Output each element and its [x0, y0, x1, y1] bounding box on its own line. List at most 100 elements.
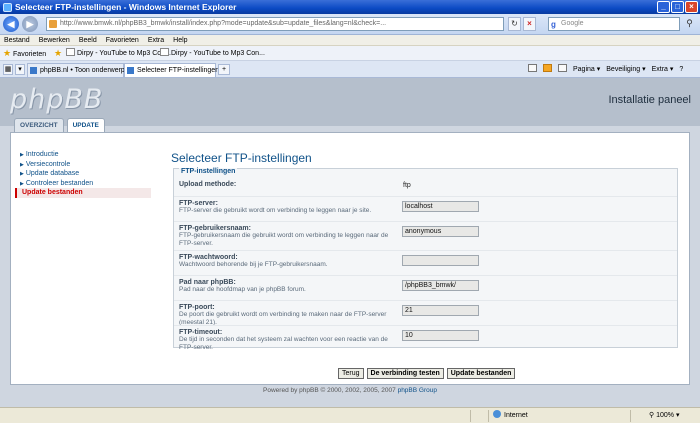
- menu-bestand[interactable]: Bestand: [4, 35, 30, 45]
- zoom-control[interactable]: ⚲ 100% ▾: [630, 410, 700, 422]
- upload-method-value: ftp: [403, 182, 411, 189]
- tab-label: Selecteer FTP-instellingen: [137, 67, 220, 74]
- panel-title: Installatie paneel: [608, 94, 691, 106]
- ftp-port-input[interactable]: 21: [402, 305, 479, 316]
- row-ftp-password: FTP-wachtwoord: Wachtwoord behorende bij …: [174, 250, 677, 275]
- sidebar-item-label: Update database: [25, 170, 80, 177]
- field-label: Pad naar phpBB:: [179, 279, 236, 286]
- address-input[interactable]: http://www.bmwk.nl/phpBB3_bmwk/install/i…: [46, 17, 504, 31]
- field-label: FTP-wachtwoord:: [179, 254, 238, 261]
- menu-help[interactable]: Help: [173, 35, 187, 45]
- phpbb-path-input[interactable]: /phpBB3_bmwk/: [402, 280, 479, 291]
- tab-list-icon[interactable]: ▾: [15, 64, 25, 75]
- menu-beveiliging[interactable]: Beveiliging ▾: [606, 63, 645, 76]
- address-url: http://www.bmwk.nl/phpBB3_bmwk/install/i…: [60, 20, 387, 27]
- add-favorite-icon[interactable]: ★: [54, 46, 62, 62]
- tab-label: phpBB.nl • Toon onderwerp - ...: [40, 67, 137, 74]
- menu-favorieten[interactable]: Favorieten: [106, 35, 139, 45]
- field-description: Pad naar de hoofdmap van je phpBB forum.: [179, 286, 306, 293]
- ftp-username-input[interactable]: anonymous: [402, 226, 479, 237]
- bullet-arrow-icon: ▶: [20, 180, 24, 187]
- menu-pagina[interactable]: Pagina ▾: [573, 63, 600, 76]
- page-content: phpBB Installatie paneel OVERZICHT UPDAT…: [0, 78, 700, 407]
- tab-selecteer-ftp[interactable]: Selecteer FTP-instellingen: [124, 63, 220, 77]
- favorites-button[interactable]: ★ Favorieten: [3, 46, 46, 62]
- bullet-arrow-icon: ▶: [20, 171, 24, 177]
- favorite-link-label: Dirpy - YouTube to Mp3 Con...: [77, 50, 171, 57]
- favorites-bar: ★ Favorieten ★ Dirpy - YouTube to Mp3 Co…: [0, 46, 700, 61]
- print-icon[interactable]: [558, 63, 567, 76]
- search-placeholder: Google: [561, 20, 584, 27]
- back-arrow-icon[interactable]: ◀: [3, 16, 19, 32]
- ftp-server-input[interactable]: localhost: [402, 201, 479, 212]
- menu-bewerken[interactable]: Bewerken: [39, 35, 70, 45]
- field-description: Wachtwoord behorende bij je FTP-gebruike…: [179, 261, 328, 268]
- page-footer: Powered by phpBB © 2000, 2002, 2005, 200…: [0, 387, 700, 394]
- form-buttons: Terug De verbinding testen Update bestan…: [338, 368, 516, 379]
- sidebar-item-label: Introductie: [25, 151, 59, 158]
- close-button[interactable]: ×: [685, 1, 698, 13]
- test-connection-button[interactable]: De verbinding testen: [366, 368, 444, 379]
- sidebar-item-introductie[interactable]: ▶ Introductie: [15, 150, 151, 160]
- status-segment: [470, 410, 488, 422]
- sidebar-item-label: Update bestanden: [22, 189, 83, 196]
- refresh-icon[interactable]: ↻: [508, 17, 521, 31]
- phpbb-group-link[interactable]: phpBB Group: [398, 387, 437, 394]
- update-files-button[interactable]: Update bestanden: [446, 368, 516, 379]
- minimize-button[interactable]: _: [657, 1, 670, 13]
- forward-arrow-icon[interactable]: ▶: [22, 16, 38, 32]
- command-bar: Pagina ▾ Beveiliging ▾ Extra ▾ ?: [528, 63, 683, 76]
- field-description: FTP-server die gebruikt wordt om verbind…: [179, 207, 372, 214]
- favorite-link-1[interactable]: Dirpy - YouTube to Mp3 Con...: [66, 46, 171, 61]
- menu-beeld[interactable]: Beeld: [79, 35, 97, 45]
- favorite-link-2[interactable]: Dirpy - YouTube to Mp3 Con...: [160, 46, 265, 61]
- sidebar-item-update-database[interactable]: ▶ Update database: [15, 169, 151, 179]
- search-input[interactable]: g Google: [548, 17, 680, 31]
- sidebar-item-update-bestanden[interactable]: Update bestanden: [15, 188, 151, 198]
- maximize-button[interactable]: □: [671, 1, 684, 13]
- bullet-arrow-icon: ▶: [20, 161, 24, 168]
- row-phpbb-path: Pad naar phpBB: Pad naar de hoofdmap van …: [174, 275, 677, 300]
- menu-extra-cmd[interactable]: Extra ▾: [652, 63, 674, 76]
- field-label: Upload methode:: [179, 181, 237, 188]
- page-header: phpBB Installatie paneel OVERZICHT UPDAT…: [0, 78, 700, 132]
- stop-icon[interactable]: ×: [523, 17, 536, 31]
- ftp-timeout-input[interactable]: 10: [402, 330, 479, 341]
- footer-text: Powered by phpBB © 2000, 2002, 2005, 200…: [263, 387, 396, 394]
- sidebar-item-controleer-bestanden[interactable]: ▶ Controleer bestanden: [15, 179, 151, 189]
- phpbb-logo: phpBB: [10, 84, 104, 115]
- page-favicon-icon: [49, 20, 57, 28]
- home-icon[interactable]: [528, 63, 537, 76]
- back-button[interactable]: Terug: [338, 368, 364, 379]
- favorites-star-icon: ★: [3, 48, 12, 58]
- help-icon[interactable]: ?: [679, 63, 683, 76]
- tab-favicon-icon: [127, 67, 134, 74]
- field-label: FTP-gebruikersnaam:: [179, 225, 251, 232]
- page-title: Selecteer FTP-instellingen: [171, 151, 312, 165]
- zoom-level: 100%: [656, 412, 674, 419]
- sidebar-item-versiecontrole[interactable]: ▶ Versiecontrole: [15, 160, 151, 170]
- ftp-password-input[interactable]: [402, 255, 479, 266]
- page-icon: [66, 48, 75, 56]
- ftp-settings-fieldset: FTP-instellingen Upload methode: ftp FTP…: [173, 168, 678, 351]
- search-icon[interactable]: ⚲: [683, 18, 696, 30]
- row-ftp-port: FTP-poort: De poort die gebruikt wordt om…: [174, 300, 677, 326]
- tab-update[interactable]: UPDATE: [66, 118, 105, 132]
- security-zone[interactable]: Internet: [488, 410, 588, 422]
- content-area: Selecteer FTP-instellingen FTP-instellin…: [171, 151, 679, 351]
- fieldset-legend: FTP-instellingen: [179, 168, 238, 175]
- new-tab-icon[interactable]: +: [218, 64, 230, 75]
- row-ftp-server: FTP-server: FTP-server die gebruikt wordt…: [174, 196, 677, 221]
- tab-phpbb-nl[interactable]: phpBB.nl • Toon onderwerp - ...: [27, 63, 137, 77]
- sidebar-menu: ▶ Introductie ▶ Versiecontrole ▶ Update dat…: [15, 150, 151, 198]
- zoom-icon: ⚲: [649, 412, 655, 419]
- feeds-icon[interactable]: [543, 63, 552, 76]
- row-ftp-timeout: FTP-timeout: De tijd in seconden dat het …: [174, 325, 677, 351]
- quick-tabs-icon[interactable]: ▦: [3, 64, 13, 75]
- field-label: FTP-poort:: [179, 304, 215, 311]
- sidebar-item-label: Versiecontrole: [25, 160, 71, 168]
- tab-favicon-icon: [30, 67, 37, 74]
- tab-overzicht[interactable]: OVERZICHT: [14, 118, 64, 132]
- page-icon: [160, 48, 169, 56]
- menu-extra[interactable]: Extra: [148, 35, 164, 45]
